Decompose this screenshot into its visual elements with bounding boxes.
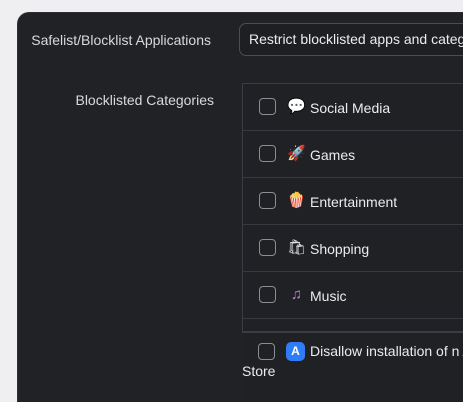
popcorn-icon: 🍿: [287, 192, 306, 209]
category-row-social-media[interactable]: 💬 Social Media: [243, 84, 463, 131]
category-row-entertainment[interactable]: 🍿 Entertainment: [243, 178, 463, 225]
checkbox[interactable]: [259, 239, 276, 256]
social-media-icon: 💬: [287, 98, 306, 115]
checkbox[interactable]: [259, 192, 276, 209]
checkbox[interactable]: [259, 145, 276, 162]
shopping-bag-icon: 🛍: [287, 239, 307, 256]
category-label: Shopping: [310, 241, 370, 257]
category-label: Social Media: [310, 100, 391, 116]
safelist-blocklist-select[interactable]: Restrict blocklisted apps and catego: [239, 23, 463, 56]
music-notes-icon: ♫: [290, 286, 303, 303]
safelist-blocklist-label: Safelist/Blocklist Applications: [31, 32, 211, 48]
category-row-games[interactable]: 🚀 Games: [243, 131, 463, 178]
category-label: Entertainment: [310, 194, 398, 210]
checkbox[interactable]: [259, 98, 276, 115]
app-store-restriction-label: Disallow installation of n App Store: [242, 343, 463, 379]
settings-panel: Safelist/Blocklist Applications Restrict…: [17, 12, 463, 402]
app-store-restriction-row[interactable]: A Disallow installation of n App Store: [242, 331, 463, 402]
category-label: Music: [310, 288, 347, 304]
checkbox[interactable]: [259, 286, 276, 303]
category-label: Games: [310, 147, 356, 163]
blocklisted-categories-label: Blocklisted Categories: [75, 92, 214, 108]
category-row-shopping[interactable]: 🛍 Shopping: [243, 225, 463, 272]
rocket-icon: 🚀: [287, 145, 306, 162]
category-row-music[interactable]: ♫ Music: [243, 272, 463, 319]
